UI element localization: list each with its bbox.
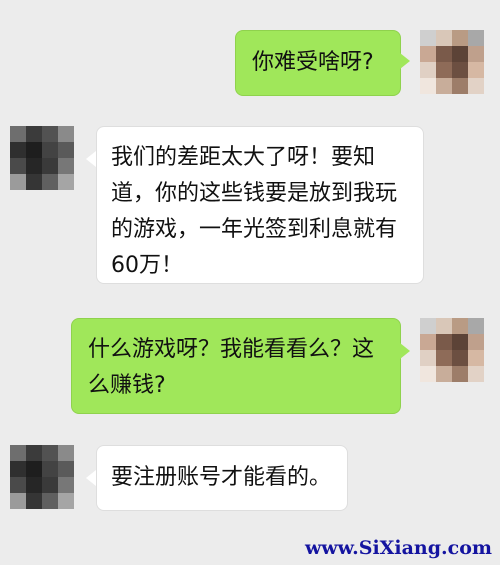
avatar-pixel bbox=[452, 78, 468, 94]
message-bubble-outgoing[interactable]: 什么游戏呀？我能看看么？这么赚钱? bbox=[71, 318, 401, 414]
avatar-pixel bbox=[420, 334, 436, 350]
avatar-pixel bbox=[26, 461, 42, 477]
bubble-tail bbox=[86, 151, 96, 167]
avatar-pixel bbox=[10, 174, 26, 190]
avatar-pixel bbox=[26, 477, 42, 493]
avatar-pixel bbox=[42, 126, 58, 142]
avatar-pixel bbox=[452, 318, 468, 334]
avatar-pixel bbox=[452, 46, 468, 62]
avatar-pixel bbox=[420, 78, 436, 94]
avatar-pixel bbox=[10, 126, 26, 142]
chat-window: 你难受啥呀? 我们的差距太大了呀！要知道，你的这些钱要是放到我玩的游戏，一年光签… bbox=[0, 0, 500, 565]
avatar-pixel bbox=[58, 493, 74, 509]
avatar-pixel bbox=[436, 62, 452, 78]
avatar-pixel bbox=[436, 30, 452, 46]
self-avatar[interactable] bbox=[420, 30, 484, 94]
avatar-pixel bbox=[436, 334, 452, 350]
avatar-pixel bbox=[42, 142, 58, 158]
avatar-pixel bbox=[10, 477, 26, 493]
avatar-pixel bbox=[452, 350, 468, 366]
message-row: 你难受啥呀? bbox=[0, 28, 500, 98]
avatar-pixel bbox=[468, 30, 484, 46]
bubble-tail bbox=[400, 343, 410, 359]
avatar-pixel bbox=[58, 477, 74, 493]
avatar-pixel bbox=[58, 445, 74, 461]
avatar-pixel bbox=[10, 461, 26, 477]
avatar-pixel bbox=[58, 158, 74, 174]
avatar-pixel bbox=[468, 350, 484, 366]
avatar-pixel bbox=[42, 445, 58, 461]
avatar-pixel bbox=[436, 366, 452, 382]
avatar-pixel bbox=[468, 46, 484, 62]
avatar-pixel bbox=[420, 62, 436, 78]
avatar-pixel bbox=[58, 126, 74, 142]
contact-avatar[interactable] bbox=[10, 126, 74, 190]
avatar-pixel bbox=[10, 142, 26, 158]
contact-avatar[interactable] bbox=[10, 445, 74, 509]
avatar-pixel bbox=[420, 30, 436, 46]
avatar-pixel bbox=[42, 493, 58, 509]
avatar-pixel bbox=[420, 46, 436, 62]
message-row: 什么游戏呀？我能看看么？这么赚钱? bbox=[0, 318, 500, 418]
self-avatar[interactable] bbox=[420, 318, 484, 382]
avatar-pixel bbox=[420, 318, 436, 334]
message-bubble-incoming[interactable]: 要注册账号才能看的。 bbox=[96, 445, 348, 511]
message-row: 要注册账号才能看的。 bbox=[0, 445, 500, 515]
avatar-pixel bbox=[436, 318, 452, 334]
avatar-pixel bbox=[436, 350, 452, 366]
message-bubble-incoming[interactable]: 我们的差距太大了呀！要知道，你的这些钱要是放到我玩的游戏，一年光签到利息就有60… bbox=[96, 126, 424, 284]
avatar-pixel bbox=[26, 174, 42, 190]
avatar-pixel bbox=[58, 461, 74, 477]
avatar-pixel bbox=[468, 366, 484, 382]
avatar-pixel bbox=[468, 62, 484, 78]
avatar-pixel bbox=[26, 142, 42, 158]
avatar-pixel bbox=[436, 78, 452, 94]
message-row: 我们的差距太大了呀！要知道，你的这些钱要是放到我玩的游戏，一年光签到利息就有60… bbox=[0, 126, 500, 288]
avatar-pixel bbox=[42, 477, 58, 493]
avatar-pixel bbox=[10, 493, 26, 509]
avatar-pixel bbox=[468, 334, 484, 350]
avatar-pixel bbox=[58, 142, 74, 158]
avatar-pixel bbox=[26, 445, 42, 461]
avatar-pixel bbox=[26, 158, 42, 174]
avatar-pixel bbox=[452, 366, 468, 382]
avatar-pixel bbox=[452, 62, 468, 78]
bubble-tail bbox=[86, 470, 96, 486]
avatar-pixel bbox=[452, 30, 468, 46]
avatar-pixel bbox=[26, 126, 42, 142]
avatar-pixel bbox=[26, 493, 42, 509]
avatar-pixel bbox=[42, 158, 58, 174]
message-bubble-outgoing[interactable]: 你难受啥呀? bbox=[235, 30, 401, 96]
bubble-tail bbox=[400, 53, 410, 69]
avatar-pixel bbox=[10, 445, 26, 461]
avatar-pixel bbox=[42, 461, 58, 477]
avatar-pixel bbox=[58, 174, 74, 190]
avatar-pixel bbox=[10, 158, 26, 174]
avatar-pixel bbox=[420, 350, 436, 366]
watermark: www.SiXiang.com bbox=[304, 537, 492, 559]
avatar-pixel bbox=[436, 46, 452, 62]
avatar-pixel bbox=[42, 174, 58, 190]
avatar-pixel bbox=[420, 366, 436, 382]
avatar-pixel bbox=[452, 334, 468, 350]
avatar-pixel bbox=[468, 78, 484, 94]
avatar-pixel bbox=[468, 318, 484, 334]
